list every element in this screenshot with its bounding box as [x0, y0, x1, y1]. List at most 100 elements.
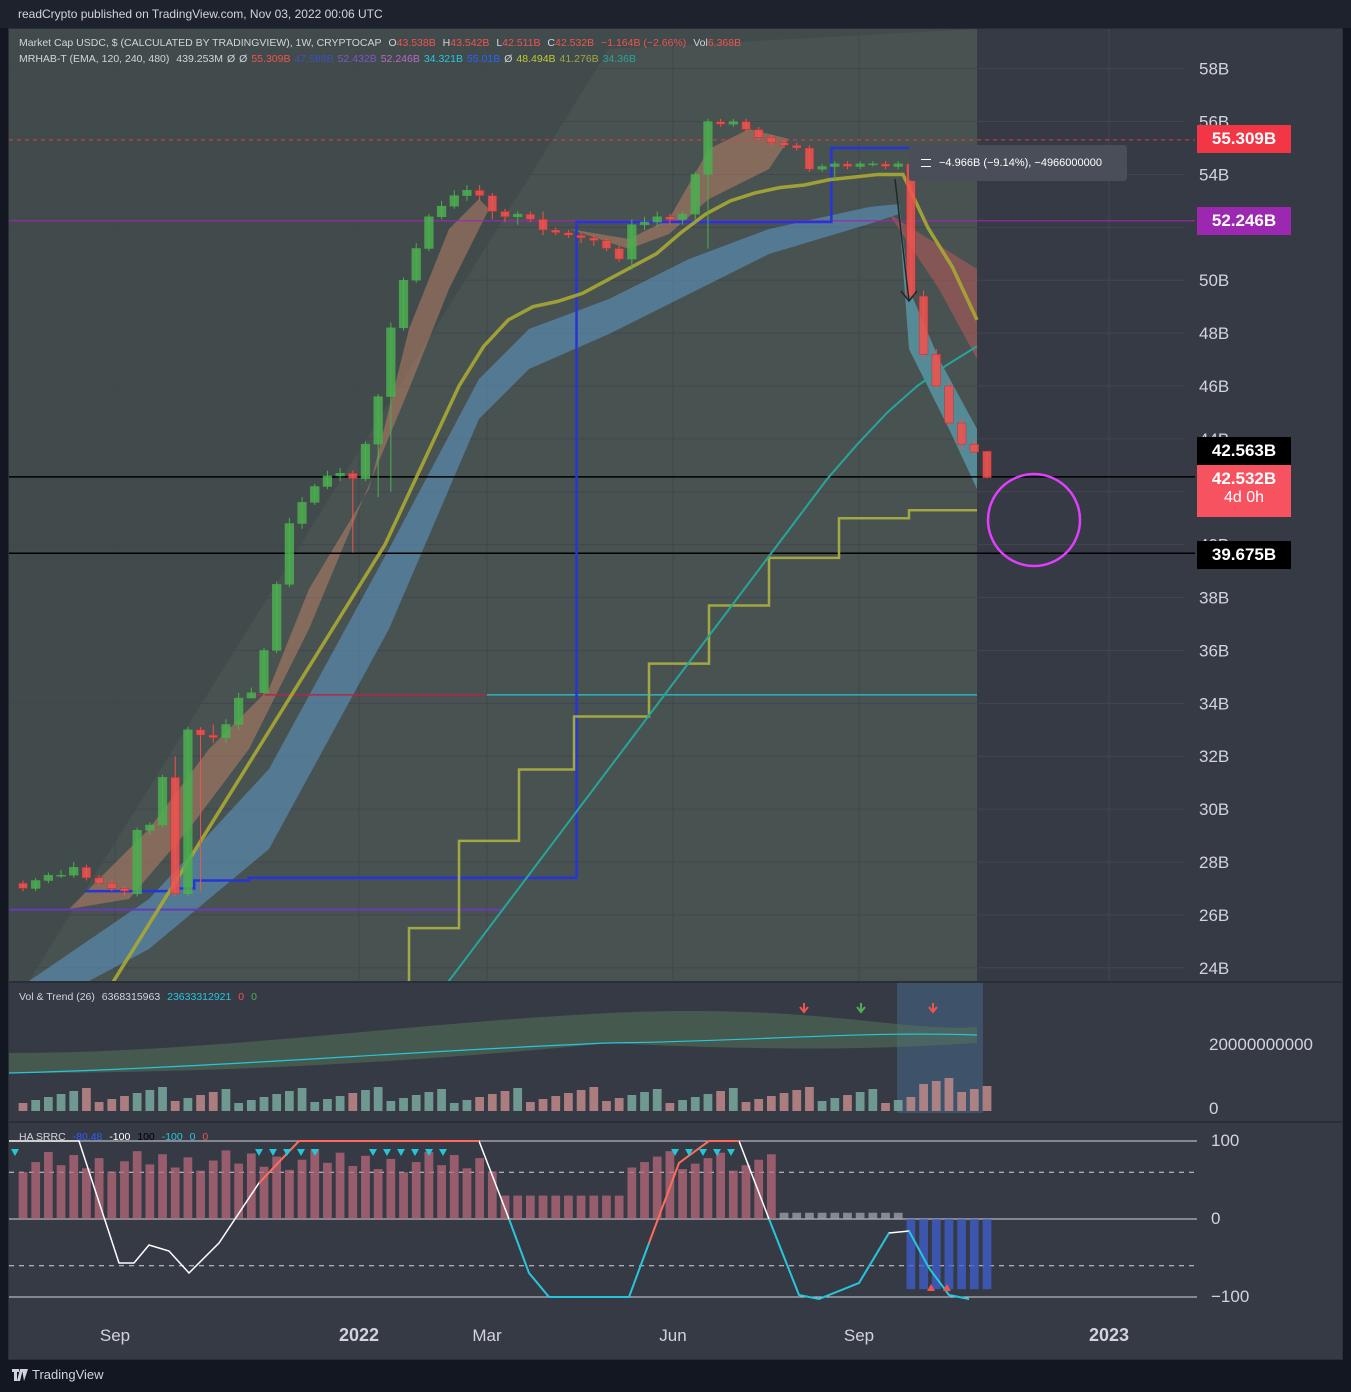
candle-body — [969, 443, 979, 453]
volume-bar — [589, 1087, 599, 1111]
x-tick-label: Mar — [472, 1326, 502, 1345]
volume-bar — [513, 1088, 523, 1111]
srrc-bar — [792, 1212, 802, 1219]
volume-chart-svg — [9, 983, 1185, 1121]
srrc-bar — [576, 1195, 586, 1219]
candle-body — [272, 584, 282, 651]
volume-bar — [944, 1078, 954, 1111]
y-tick-label: 28B — [1199, 853, 1229, 872]
volume-bar — [475, 1097, 485, 1111]
candle-body — [525, 213, 536, 220]
y-tick-label: 34B — [1199, 694, 1229, 713]
volume-bar — [982, 1086, 992, 1111]
volume-pane[interactable]: Vol & Trend (26) 6368315963 23633312921 … — [9, 983, 1342, 1121]
indicator-value: 55.01B — [466, 53, 501, 65]
y-tick-label: 24B — [1199, 959, 1229, 978]
candle-body — [956, 422, 967, 445]
candle-body — [715, 121, 726, 125]
srrc-bar — [183, 1157, 193, 1219]
candle-body — [170, 777, 180, 894]
srrc-pane[interactable]: HA SRRC -80.48 -100 100 -100 0 0 100 0 −… — [9, 1123, 1342, 1313]
volume-bar — [449, 1103, 459, 1111]
candle-body — [500, 211, 510, 218]
srrc-bar — [728, 1170, 738, 1219]
candle-body — [31, 880, 41, 889]
candle-body — [246, 692, 256, 699]
volume-bar — [399, 1098, 408, 1111]
candle-body — [436, 205, 447, 218]
srrc-legend: HA SRRC -80.48 -100 100 -100 0 0 — [19, 1131, 212, 1143]
srrc-bar — [208, 1160, 218, 1219]
volume-bar — [348, 1093, 358, 1111]
volume-bar — [551, 1096, 561, 1111]
volume-bar — [82, 1088, 91, 1111]
candle-body — [741, 121, 751, 130]
time-axis[interactable]: Sep 2022 Mar Jun Sep 2023 — [9, 1315, 1342, 1357]
volume-bar — [868, 1089, 878, 1111]
srrc-bar — [107, 1171, 117, 1219]
srrc-bar — [652, 1156, 662, 1219]
volume-bar — [196, 1095, 205, 1111]
candle-body — [221, 724, 231, 738]
volume-bar — [221, 1089, 231, 1111]
volume-bar — [386, 1101, 396, 1111]
candle-body — [817, 166, 827, 170]
srrc-bar — [957, 1219, 967, 1290]
volume-bar — [957, 1092, 967, 1111]
srrc-bar — [297, 1159, 307, 1219]
srrc-axis-top: 100 — [1211, 1131, 1240, 1150]
y-tick-label: 30B — [1199, 800, 1229, 819]
volume-bar — [335, 1096, 345, 1111]
candle-body — [284, 523, 295, 585]
srrc-bar — [716, 1152, 726, 1219]
volume-bar — [754, 1099, 764, 1111]
volume-bar — [132, 1093, 142, 1111]
srrc-bar — [386, 1158, 396, 1219]
candle-body — [94, 877, 104, 884]
bar-countdown: 4d 0h — [1223, 489, 1265, 506]
candle-body — [69, 867, 79, 876]
volume-value-4: 0 — [251, 991, 257, 1003]
volume-bar — [525, 1102, 535, 1111]
volume-value-3: 0 — [238, 991, 245, 1003]
measure-tooltip: −4.966B (−9.14%), −4966000000 — [909, 145, 1127, 181]
srrc-bar — [69, 1155, 79, 1219]
volume-bar — [411, 1095, 421, 1111]
srrc-bar — [944, 1219, 954, 1290]
indicator-value: 52.246B — [380, 53, 420, 65]
candle-body — [576, 235, 586, 239]
target-circle — [986, 472, 1082, 568]
indicator-value: 41.276B — [559, 53, 599, 65]
y-tick-label: 50B — [1199, 271, 1229, 290]
volume-bar — [678, 1100, 687, 1111]
candle-body — [880, 163, 891, 167]
volume-bar — [792, 1090, 802, 1111]
x-tick-label: Sep — [100, 1326, 130, 1345]
candle-body — [830, 163, 840, 167]
candle-body — [208, 734, 218, 738]
srrc-bar — [893, 1212, 903, 1219]
y-tick-label: 54B — [1199, 165, 1229, 184]
indicator-value: 34.36B — [602, 53, 636, 65]
footer-brand: TradingView — [32, 1367, 104, 1382]
y-tick-label: 58B — [1199, 60, 1229, 79]
srrc-bar — [703, 1158, 713, 1219]
volume-bar — [703, 1094, 713, 1111]
volume-bar — [323, 1099, 332, 1111]
indicator-value: 52.432B — [337, 53, 377, 65]
srrc-bar — [475, 1158, 485, 1219]
srrc-value-4: -100 — [161, 1131, 183, 1143]
symbol-title: Market Cap USDC, $ (CALCULATED BY TRADIN… — [19, 37, 382, 49]
candle-body — [754, 129, 764, 138]
candle-body — [639, 221, 650, 225]
candle-body — [728, 121, 738, 125]
candle-body — [335, 473, 345, 477]
candle-body — [398, 279, 409, 329]
srrc-bar — [246, 1153, 256, 1219]
volume-bar — [931, 1081, 941, 1111]
srrc-bar — [399, 1172, 408, 1219]
volume-bar — [576, 1090, 586, 1111]
volume-bar — [361, 1090, 370, 1111]
volume-value-1: 6368315963 — [101, 991, 161, 1003]
price-pane[interactable]: 24B26B28B30B32B34B36B38B40B42B44B46B48B5… — [9, 29, 1342, 981]
